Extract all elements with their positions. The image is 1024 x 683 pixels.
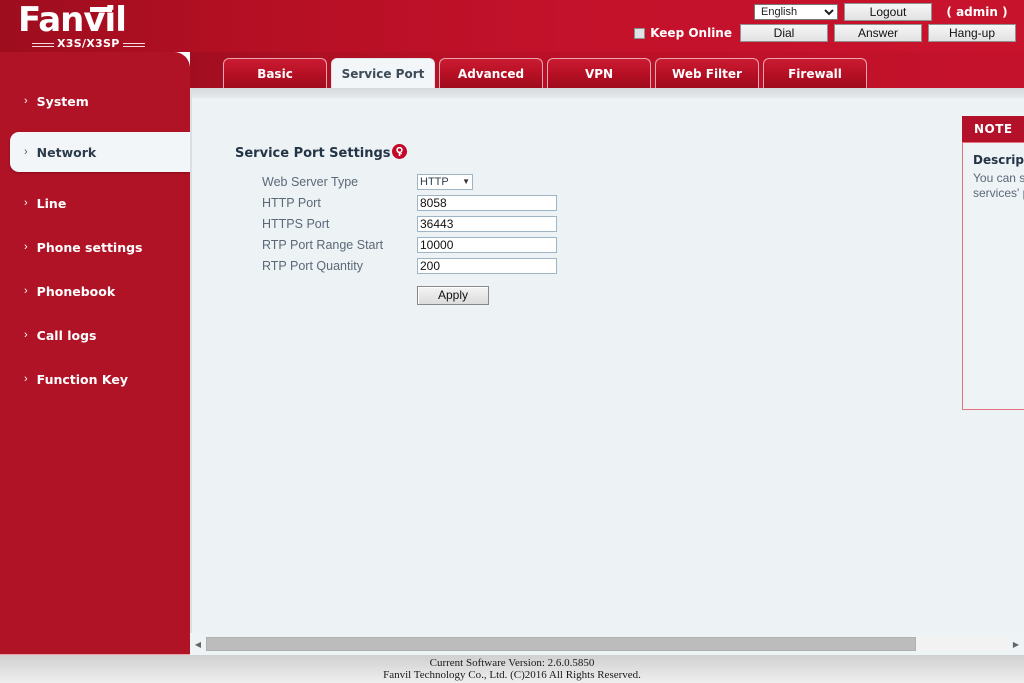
sidebar-top-spacer-2 bbox=[0, 70, 190, 88]
sidebar-nav: › System › Network › Line › Phone settin… bbox=[0, 52, 190, 656]
sidebar-item-line[interactable]: › Line bbox=[0, 190, 190, 216]
chevron-right-icon: › bbox=[24, 240, 28, 253]
rtp-port-range-start-input[interactable] bbox=[417, 236, 557, 253]
keep-online-checkbox[interactable] bbox=[634, 27, 646, 39]
page-title: Service Port Settings bbox=[235, 146, 391, 161]
logo-dash-left bbox=[32, 43, 54, 44]
hangup-button[interactable]: Hang-up bbox=[928, 24, 1016, 42]
tab-firewall[interactable]: Firewall bbox=[763, 58, 867, 88]
sidebar-gap-5 bbox=[0, 304, 190, 322]
field-label: HTTP Port bbox=[262, 195, 321, 210]
fanvil-logo: Fanvil X3S/X3SP bbox=[18, 3, 218, 50]
note-panel-body: Description: You can set the port of the… bbox=[962, 142, 1024, 410]
language-select[interactable]: English bbox=[754, 4, 838, 20]
sidebar-item-system[interactable]: › System bbox=[0, 88, 190, 114]
web-server-type-value: HTTP bbox=[420, 175, 449, 188]
sidebar-item-label: Network bbox=[36, 144, 97, 160]
tab-basic[interactable]: Basic bbox=[223, 58, 327, 88]
field-label: HTTPS Port bbox=[262, 216, 330, 231]
field-label: RTP Port Quantity bbox=[262, 258, 363, 273]
logo-umlaut-bar bbox=[90, 7, 112, 12]
admin-user-label: ( admin ) bbox=[946, 5, 1008, 19]
app-header: Fanvil X3S/X3SP English Logout ( admin )… bbox=[0, 0, 1024, 52]
scrollbar-thumb[interactable] bbox=[206, 637, 916, 651]
sidebar-gap-4 bbox=[0, 260, 190, 278]
sidebar-item-label: Function Key bbox=[36, 371, 128, 387]
https-port-input[interactable] bbox=[417, 215, 557, 232]
tab-vpn[interactable]: VPN bbox=[547, 58, 651, 88]
content-top-strip bbox=[190, 88, 1024, 98]
form-row-http-port: HTTP Port bbox=[262, 192, 557, 213]
keep-online-label: Keep Online bbox=[650, 26, 732, 40]
chevron-right-icon: › bbox=[24, 94, 28, 107]
chevron-right-icon: › bbox=[24, 328, 28, 341]
header-bottom-row: Keep Online Dial Answer Hang-up bbox=[634, 24, 1016, 42]
scroll-left-arrow-icon[interactable]: ◀ bbox=[190, 636, 206, 652]
sidebar-item-label: Call logs bbox=[36, 327, 97, 343]
form-actions: Apply bbox=[417, 286, 557, 305]
chevron-right-icon: › bbox=[24, 196, 28, 209]
keep-online-group: Keep Online bbox=[634, 26, 732, 40]
main-tab-bar: Basic Service Port Advanced VPN Web Filt… bbox=[190, 52, 1024, 88]
sidebar-top-spacer bbox=[0, 52, 190, 70]
form-row-web-server-type: Web Server Type HTTP ▼ bbox=[262, 171, 557, 192]
form-row-https-port: HTTPS Port bbox=[262, 213, 557, 234]
form-row-rtp-port-range-start: RTP Port Range Start bbox=[262, 234, 557, 255]
software-version-text: Current Software Version: 2.6.0.5850 bbox=[429, 657, 595, 669]
sidebar-item-phone-settings[interactable]: › Phone settings bbox=[0, 234, 190, 260]
copyright-text: Fanvil Technology Co., Ltd. (C)2016 All … bbox=[383, 669, 641, 681]
section-header: Service Port Settings bbox=[235, 144, 407, 161]
tab-advanced[interactable]: Advanced bbox=[439, 58, 543, 88]
sidebar-gap-2 bbox=[0, 172, 190, 190]
field-label: Web Server Type bbox=[262, 174, 359, 189]
sidebar-gap-3 bbox=[0, 216, 190, 234]
help-icon[interactable] bbox=[391, 144, 407, 159]
chevron-down-icon: ▼ bbox=[462, 176, 470, 186]
note-panel: NOTE Description: You can set the port o… bbox=[962, 116, 1024, 410]
sidebar-item-label: Line bbox=[36, 195, 67, 211]
sidebar-gap-6 bbox=[0, 348, 190, 366]
page-footer: Current Software Version: 2.6.0.5850 Fan… bbox=[0, 655, 1024, 683]
sidebar-item-phonebook[interactable]: › Phonebook bbox=[0, 278, 190, 304]
note-text: You can set the port of the services' po… bbox=[973, 171, 1024, 200]
sidebar-item-label: Phonebook bbox=[36, 283, 116, 299]
scrollbar-track[interactable] bbox=[206, 637, 1008, 651]
http-port-input[interactable] bbox=[417, 194, 557, 211]
tab-service-port[interactable]: Service Port bbox=[331, 58, 435, 88]
service-port-form: Web Server Type HTTP ▼ HTTP Port HTTPS P… bbox=[262, 171, 557, 305]
sidebar-item-label: Phone settings bbox=[36, 239, 143, 255]
logo-model-label: X3S/X3SP bbox=[57, 37, 120, 50]
form-row-rtp-port-quantity: RTP Port Quantity bbox=[262, 255, 557, 276]
note-title: Description: bbox=[973, 153, 1024, 167]
apply-button[interactable]: Apply bbox=[417, 286, 489, 305]
sidebar-item-function-key[interactable]: › Function Key bbox=[0, 366, 190, 392]
logout-button[interactable]: Logout bbox=[844, 3, 932, 21]
rtp-port-quantity-input[interactable] bbox=[417, 257, 557, 274]
main-content: Service Port Settings Web Server Type HT… bbox=[190, 88, 1024, 633]
field-label: RTP Port Range Start bbox=[262, 237, 384, 252]
chevron-right-icon: › bbox=[24, 372, 28, 385]
logo-model-row: X3S/X3SP bbox=[32, 37, 145, 50]
note-panel-header: NOTE bbox=[962, 116, 1024, 142]
content-left-divider bbox=[190, 88, 192, 633]
logo-dash-right bbox=[122, 43, 145, 44]
sidebar-gap-1 bbox=[0, 114, 190, 132]
sidebar-item-network[interactable]: › Network bbox=[10, 132, 190, 172]
chevron-right-icon: › bbox=[24, 284, 28, 297]
sidebar-item-label: System bbox=[36, 93, 89, 109]
horizontal-scrollbar[interactable]: ◀ ▶ bbox=[190, 633, 1024, 655]
header-top-row: English Logout ( admin ) bbox=[754, 3, 1016, 21]
answer-button[interactable]: Answer bbox=[834, 24, 922, 42]
scroll-right-arrow-icon[interactable]: ▶ bbox=[1008, 636, 1024, 652]
dial-button[interactable]: Dial bbox=[740, 24, 828, 42]
sidebar-item-call-logs[interactable]: › Call logs bbox=[0, 322, 190, 348]
tab-web-filter[interactable]: Web Filter bbox=[655, 58, 759, 88]
chevron-right-icon: › bbox=[24, 145, 28, 158]
web-server-type-select[interactable]: HTTP ▼ bbox=[417, 173, 473, 190]
